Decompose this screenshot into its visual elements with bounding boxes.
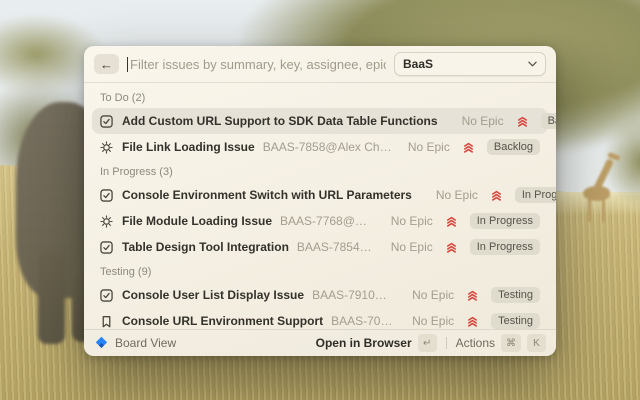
priority-highest-icon xyxy=(466,315,479,328)
issue-key-assignee: BAAS-7042@Mike Liu xyxy=(331,314,396,328)
epic-label: No Epic xyxy=(391,240,433,254)
project-dropdown[interactable]: BaaS xyxy=(394,52,546,76)
command-key-badge: ⌘ xyxy=(501,334,521,352)
task-checkbox-icon xyxy=(100,289,114,302)
project-dropdown-value: BaaS xyxy=(403,57,433,71)
priority-highest-icon xyxy=(466,289,479,302)
chevron-down-icon xyxy=(528,61,537,67)
text-caret xyxy=(127,57,128,72)
source-label: Board View xyxy=(115,336,176,350)
section-header: To Do (2) xyxy=(92,86,548,108)
giraffe xyxy=(583,156,633,226)
footer-bar: Board View Open in Browser ↵ Actions ⌘ K xyxy=(84,329,556,356)
issue-row[interactable]: Add Custom URL Support to SDK Data Table… xyxy=(92,108,548,134)
issue-row[interactable]: File Module Loading Issue BAAS-7768@Alex… xyxy=(92,208,548,234)
k-key-badge: K xyxy=(527,334,546,352)
epic-label: No Epic xyxy=(436,188,478,202)
epic-label: No Epic xyxy=(391,214,433,228)
status-badge: In Progress xyxy=(470,213,540,229)
source-button[interactable]: Board View xyxy=(94,336,176,350)
status-badge: In Progress xyxy=(470,239,540,255)
issue-search-panel: ← BaaS To Do (2) Add Custom URL Support … xyxy=(84,46,556,356)
bug-icon xyxy=(100,215,114,228)
footer-divider xyxy=(446,337,447,349)
priority-highest-icon xyxy=(445,215,458,228)
epic-label: No Epic xyxy=(408,140,450,154)
issue-row[interactable]: File Link Loading Issue BAAS-7858@Alex C… xyxy=(92,134,548,160)
issue-title: Console User List Display Issue xyxy=(122,288,304,302)
issue-title: Add Custom URL Support to SDK Data Table… xyxy=(122,114,438,128)
actions-button[interactable]: Actions xyxy=(456,336,495,350)
section-header: Testing (9) xyxy=(92,260,548,282)
task-checkbox-icon xyxy=(100,115,114,128)
section-header: In Progress (3) xyxy=(92,160,548,182)
status-badge: Backlog xyxy=(487,139,540,155)
issue-list: To Do (2) Add Custom URL Support to SDK … xyxy=(84,83,556,329)
task-checkbox-icon xyxy=(100,241,114,254)
bug-icon xyxy=(100,141,114,154)
issue-key-assignee: BAAS-7854@Alex Chen xyxy=(297,240,375,254)
search-input[interactable] xyxy=(130,57,386,72)
priority-highest-icon xyxy=(516,115,529,128)
issue-key-assignee: BAAS-7858@Alex Chen xyxy=(263,140,392,154)
issue-row[interactable]: Table Design Tool Integration BAAS-7854@… xyxy=(92,234,548,260)
screen: ← BaaS To Do (2) Add Custom URL Support … xyxy=(0,0,640,400)
bookmark-icon xyxy=(100,315,114,328)
issue-row[interactable]: Console User List Display Issue BAAS-791… xyxy=(92,282,548,308)
priority-highest-icon xyxy=(490,189,503,202)
footer-actions: Open in Browser ↵ Actions ⌘ K xyxy=(316,334,546,352)
giraffe-tree xyxy=(602,114,640,210)
issue-title: File Link Loading Issue xyxy=(122,140,255,154)
trees-left xyxy=(0,78,94,198)
issue-title: Console Environment Switch with URL Para… xyxy=(122,188,412,202)
search-input-wrap xyxy=(127,57,386,72)
status-badge: Backlog xyxy=(541,113,556,129)
back-arrow-icon: ← xyxy=(100,57,113,72)
status-badge: Testing xyxy=(491,287,540,303)
issue-key-assignee: BAAS-7768@Alex Chen xyxy=(280,214,375,228)
epic-label: No Epic xyxy=(412,288,454,302)
issue-title: Console URL Environment Support xyxy=(122,314,323,328)
epic-label: No Epic xyxy=(462,114,504,128)
issue-row[interactable]: Console URL Environment Support BAAS-704… xyxy=(92,308,548,329)
epic-label: No Epic xyxy=(412,314,454,328)
priority-highest-icon xyxy=(462,141,475,154)
task-checkbox-icon xyxy=(100,189,114,202)
elephant-leg xyxy=(38,252,65,344)
issue-row[interactable]: Console Environment Switch with URL Para… xyxy=(92,182,548,208)
primary-action-button[interactable]: Open in Browser xyxy=(316,336,412,350)
issue-title: Table Design Tool Integration xyxy=(122,240,289,254)
search-bar: ← BaaS xyxy=(84,46,556,83)
back-button[interactable]: ← xyxy=(94,54,119,74)
issue-title: File Module Loading Issue xyxy=(122,214,272,228)
return-key-badge: ↵ xyxy=(418,334,437,352)
status-badge: In Progress xyxy=(515,187,556,203)
jira-icon xyxy=(94,336,108,350)
priority-highest-icon xyxy=(445,241,458,254)
status-badge: Testing xyxy=(491,313,540,329)
issue-key-assignee: BAAS-7910@Alex Chen xyxy=(312,288,396,302)
